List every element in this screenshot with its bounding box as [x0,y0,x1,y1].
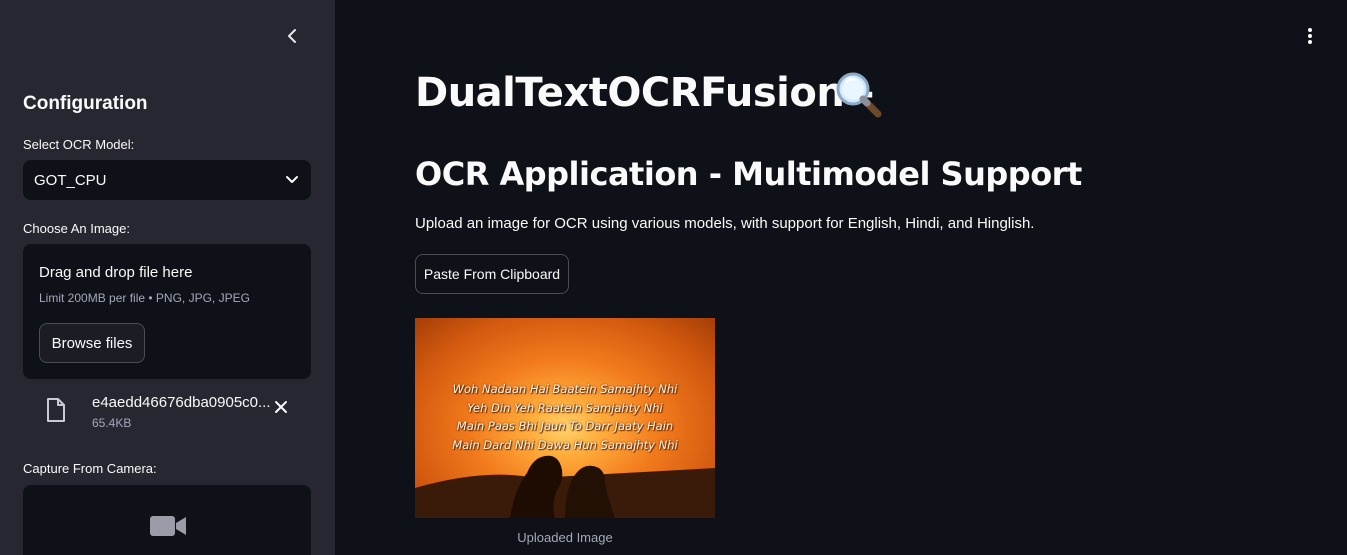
chevron-down-icon [286,176,298,183]
file-icon [47,398,65,422]
image-text-line: Yeh Din Yeh Raatein Samjahty Nhi [467,400,663,415]
sidebar-heading: Configuration [23,93,148,114]
image-text-line: Main Dard Nhi Dawa Hun Samajhty Nhi [452,437,678,452]
file-dropzone[interactable]: Drag and drop file here Limit 200MB per … [23,244,311,379]
page-description: Upload an image for OCR using various mo… [415,215,1035,232]
sidebar: Configuration Select OCR Model: GOT_CPU … [0,0,335,555]
magnifying-glass-icon [836,72,882,118]
image-caption: Uploaded Image [517,530,613,545]
ocr-model-select[interactable]: GOT_CPU [23,160,311,200]
image-text-line: Main Paas Bhi Jaun To Darr Jaaty Hain [456,419,674,433]
ocr-model-value: GOT_CPU [34,171,107,189]
image-text-line: Woh Nadaan Hai Baatein Samajhty Nhi [452,382,678,396]
page-subtitle: OCR Application - Multimodel Support [415,155,1082,193]
dropzone-limit: Limit 200MB per file • PNG, JPG, JPEG [39,291,250,305]
file-size: 65.4KB [92,416,132,430]
camera-label: Capture From Camera: [23,461,157,476]
browse-files-button[interactable]: Browse files [39,323,145,363]
sidebar-collapse-button[interactable] [280,24,306,48]
camera-capture[interactable] [23,485,311,555]
more-vertical-icon [1308,28,1312,44]
choose-image-label: Choose An Image: [23,221,130,236]
paste-from-clipboard-button[interactable]: Paste From Clipboard [415,254,569,294]
chevron-left-icon [288,29,296,43]
uploaded-file-item: e4aedd46676dba0905c0... 65.4KB [23,392,311,436]
video-camera-icon [150,516,186,536]
uploaded-image: Woh Nadaan Hai Baatein Samajhty Nhi Yeh … [415,318,715,518]
file-name: e4aedd46676dba0905c0... [92,394,271,411]
image-text: Woh Nadaan Hai Baatein Samajhty Nhi Yeh … [415,380,715,454]
dropzone-title: Drag and drop file here [39,264,193,281]
close-icon[interactable] [274,400,288,414]
main-menu-button[interactable] [1298,24,1322,48]
ocr-model-label: Select OCR Model: [23,137,135,152]
page-title: DualTextOCRFusion - [415,70,874,116]
